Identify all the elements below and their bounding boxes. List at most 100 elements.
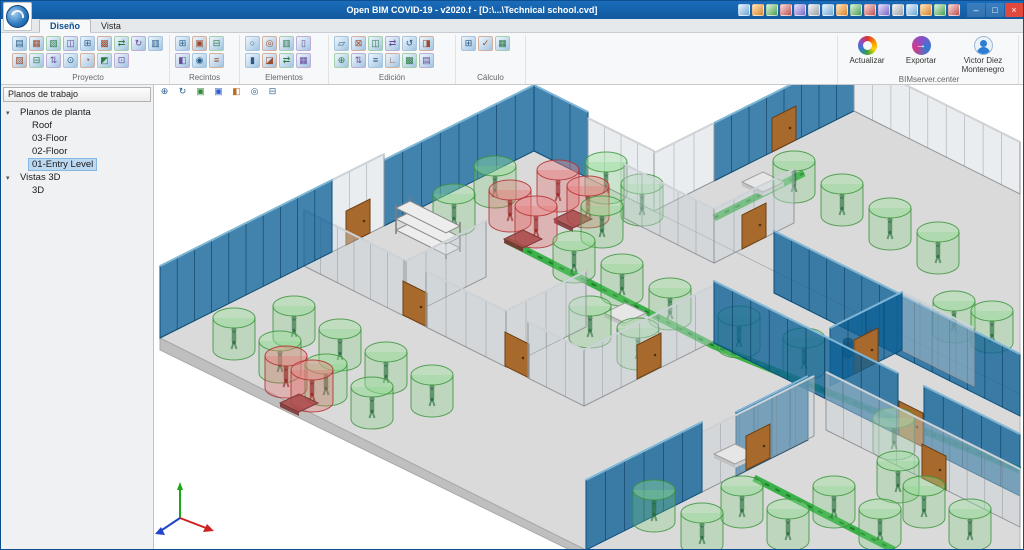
measure-icon[interactable]: ≡ — [368, 53, 383, 68]
shading-mode-icon[interactable]: ▣ — [192, 85, 209, 98]
pan-icon[interactable]: ⇅ — [351, 53, 366, 68]
new-window-icon[interactable] — [766, 4, 778, 16]
recintos-tools: ⊞▣⊟ ◧◉≡ — [175, 36, 234, 68]
ribbon: ▤▦▧◫⊞▩⇄↻▥▨⊟⇅⊙◔◩⊡ Proyecto ⊞▣⊟◧◉≡ Recinto… — [1, 33, 1023, 85]
move-icon[interactable]: ⇄ — [385, 36, 400, 51]
print-icon[interactable] — [864, 4, 876, 16]
general-data-icon[interactable]: ▤ — [12, 36, 27, 51]
actualizar-button[interactable]: Actualizar — [844, 36, 890, 65]
delete-room-icon[interactable]: ⊟ — [209, 36, 224, 51]
tree-item-planos-de-planta[interactable]: ▾Planos de planta — [1, 106, 153, 119]
chevron-down-icon[interactable]: ▾ — [6, 174, 17, 182]
occupancy-icon[interactable]: ◉ — [192, 53, 207, 68]
ribbon-tabs: Diseño Vista — [1, 19, 1023, 33]
app-menu-button[interactable] — [3, 2, 32, 31]
cascade-windows-icon[interactable] — [906, 4, 918, 16]
import-bim-icon[interactable]: ⇄ — [114, 36, 129, 51]
edit-room-icon[interactable]: ▣ — [192, 36, 207, 51]
check-distances-icon[interactable]: ✓ — [478, 36, 493, 51]
tree-item-label: 02-Floor — [29, 146, 70, 157]
zoom-icon[interactable]: ⊕ — [334, 53, 349, 68]
itinerary-icon[interactable]: ⇄ — [279, 53, 294, 68]
measure-icon[interactable] — [850, 4, 862, 16]
edit-icon[interactable]: ▱ — [334, 36, 349, 51]
people-group-icon[interactable]: ◎ — [262, 36, 277, 51]
layers-icon[interactable] — [822, 4, 834, 16]
results-icon[interactable]: ▦ — [495, 36, 510, 51]
tags-icon[interactable]: ⊟ — [264, 85, 281, 98]
visibility-icon[interactable]: ◎ — [246, 85, 263, 98]
erase-icon[interactable]: ⊠ — [351, 36, 366, 51]
tree-item-02-floor[interactable]: 02-Floor — [1, 145, 153, 158]
palette-icon[interactable]: ◧ — [228, 85, 245, 98]
tree-item-vistas-3d[interactable]: ▾Vistas 3D — [1, 171, 153, 184]
furniture-icon[interactable]: ▥ — [279, 36, 294, 51]
door-icon[interactable]: ▯ — [296, 36, 311, 51]
dimension-icon[interactable]: ∟ — [385, 53, 400, 68]
signage-icon[interactable]: ◪ — [262, 53, 277, 68]
layers-icon[interactable]: ▩ — [97, 36, 112, 51]
new-room-icon[interactable]: ⊞ — [175, 36, 190, 51]
render-mode-icon[interactable]: ▣ — [210, 85, 227, 98]
capture-icon[interactable] — [836, 4, 848, 16]
tree-item-3d[interactable]: 3D — [1, 184, 153, 197]
app-window: Open BIM COVID-19 - v2020.f - [D:\...\Te… — [0, 0, 1024, 550]
window-title: Open BIM COVID-19 - v2020.f - [D:\...\Te… — [181, 5, 763, 15]
grid-icon[interactable] — [878, 4, 890, 16]
edicion-tools: ▱⊠◫⇄↺◨ ⊕⇅≡∟▩▤ — [334, 36, 450, 68]
views-icon[interactable]: ◫ — [63, 36, 78, 51]
app-logo-icon — [6, 5, 29, 28]
rotate-icon[interactable]: ↺ — [402, 36, 417, 51]
references-icon[interactable]: ⊞ — [80, 36, 95, 51]
coordinate-axes-icon[interactable]: ⊕ — [156, 85, 173, 98]
help-icon[interactable] — [934, 4, 946, 16]
person-icon[interactable]: ○ — [245, 36, 260, 51]
exportar-button[interactable]: → Exportar — [898, 36, 944, 65]
viewport-area: ⊕↻▣▣◧◎⊟ — [154, 85, 1023, 549]
close-button[interactable]: × — [1005, 3, 1023, 17]
user-account-button[interactable]: Victor Diez Montenegro — [952, 36, 1014, 74]
update-bim-icon[interactable]: ↻ — [131, 36, 146, 51]
export-arrow-icon: → — [912, 36, 931, 55]
help-icon[interactable]: ⊡ — [114, 53, 129, 68]
room-list-icon[interactable]: ≡ — [209, 53, 224, 68]
info-icon[interactable] — [948, 4, 960, 16]
layers-edit-icon[interactable]: ▩ — [402, 53, 417, 68]
edit-plan-icon[interactable]: ▧ — [46, 36, 61, 51]
calculate-icon[interactable]: ⊞ — [461, 36, 476, 51]
tile-windows-icon[interactable] — [892, 4, 904, 16]
orbit-view-icon[interactable]: ↻ — [174, 85, 191, 98]
mirror-icon[interactable]: ◨ — [419, 36, 434, 51]
window-list-icon[interactable] — [780, 4, 792, 16]
tree-item-03-floor[interactable]: 03-Floor — [1, 132, 153, 145]
reports-icon[interactable]: ▨ — [12, 53, 27, 68]
floor-plans-icon[interactable]: ▦ — [29, 36, 44, 51]
tree-item-roof[interactable]: Roof — [1, 119, 153, 132]
partition-icon[interactable]: ▮ — [245, 53, 260, 68]
exportar-label: Exportar — [906, 56, 936, 65]
minimize-button[interactable]: – — [967, 3, 985, 17]
model-viewport[interactable] — [154, 85, 1023, 549]
tree-item-label: 03-Floor — [29, 133, 70, 144]
tab-diseno[interactable]: Diseño — [39, 19, 91, 33]
reports-icon[interactable] — [794, 4, 806, 16]
room-type-icon[interactable]: ◧ — [175, 53, 190, 68]
tree-item-01-entry-level[interactable]: 01-Entry Level — [1, 158, 153, 171]
actualizar-label: Actualizar — [849, 56, 884, 65]
export-plan-icon[interactable]: ⇅ — [46, 53, 61, 68]
copy-icon[interactable]: ◫ — [368, 36, 383, 51]
settings-icon[interactable] — [920, 4, 932, 16]
drawings-icon[interactable] — [808, 4, 820, 16]
group-label: Proyecto — [12, 72, 164, 84]
drawings-icon[interactable]: ▥ — [148, 36, 163, 51]
area-icon[interactable]: ▦ — [296, 53, 311, 68]
print-icon[interactable]: ⊟ — [29, 53, 44, 68]
maximize-button[interactable]: □ — [986, 3, 1004, 17]
configuration-icon[interactable]: ◔ — [80, 53, 95, 68]
properties-icon[interactable]: ▤ — [419, 53, 434, 68]
group-label: Elementos — [245, 72, 323, 84]
library-icon[interactable]: ◩ — [97, 53, 112, 68]
chevron-down-icon[interactable]: ▾ — [6, 109, 17, 117]
options-icon[interactable]: ⊙ — [63, 53, 78, 68]
tab-vista[interactable]: Vista — [91, 20, 131, 32]
